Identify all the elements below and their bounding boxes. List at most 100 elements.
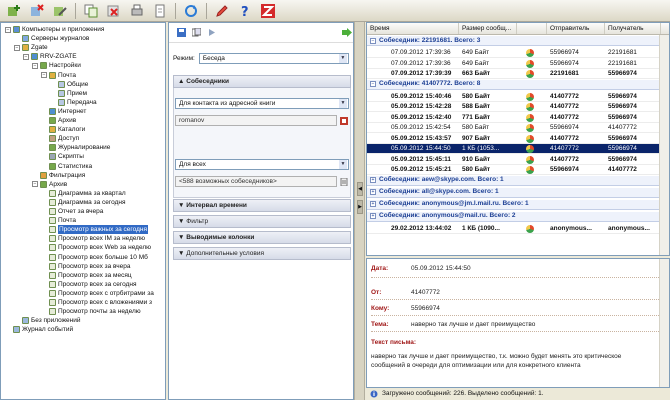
table-row[interactable]: 29.02.2012 13:44:02 1 КБ (1090... anonymou…	[367, 224, 669, 234]
group-row[interactable]: + Собеседник: anonymous@jm.l.mail.ru. Все…	[367, 199, 669, 210]
table-row[interactable]: 07.09.2012 17:39:36 649 Байт 55966974 22191…	[367, 48, 669, 58]
grid-scrollbar[interactable]	[659, 35, 669, 255]
tree-item[interactable]: Доступ	[41, 134, 79, 143]
properties-button[interactable]	[150, 2, 170, 20]
tree-item[interactable]: Просмотр всех за месяц	[41, 271, 132, 280]
tree-item[interactable]: Скрипты	[41, 152, 84, 161]
column-header[interactable]: Размер сообщ...	[459, 23, 517, 34]
messages-grid[interactable]: Время Размер сообщ... Отправитель Получател…	[366, 22, 670, 256]
expand-group-icon[interactable]: +	[370, 201, 376, 207]
detail-scrollbar[interactable]	[659, 259, 669, 387]
tree-item[interactable]: Просмотр важных за сегодня	[41, 225, 149, 235]
tree-item[interactable]: Просмотр всех больше 10 Мб	[41, 253, 148, 262]
expand-group-icon[interactable]: +	[370, 177, 376, 183]
table-row[interactable]: 05.09.2012 15:45:11 910 Байт 41407772 55966…	[367, 155, 669, 165]
table-row[interactable]: 05.09.2012 15:45:21 580 Байт 55966974 41407…	[367, 165, 669, 175]
section-extra[interactable]: ▼ Дополнительные условия	[173, 247, 351, 260]
tools-button[interactable]	[212, 2, 232, 20]
collapse-left-icon[interactable]: ◀	[357, 182, 363, 196]
copy-button[interactable]	[81, 2, 101, 20]
tree-item[interactable]: Просмотр всех с отрбитрами за	[41, 289, 154, 298]
refresh-button[interactable]	[181, 2, 201, 20]
tree-item[interactable]: Почта	[41, 216, 76, 225]
expand-group-icon[interactable]: +	[370, 213, 376, 219]
address-book-icon[interactable]	[340, 117, 348, 125]
print-button[interactable]	[127, 2, 147, 20]
table-row[interactable]: 05.09.2012 15:44:50 1 КБ (1053... 41407772…	[367, 144, 669, 154]
expand-toggle-icon[interactable]: −	[14, 44, 20, 51]
tree-item[interactable]: − RRV-ZGATE	[23, 52, 77, 61]
tree-item[interactable]: − Zgate	[14, 43, 48, 52]
zgate-button[interactable]	[258, 2, 278, 20]
collapse-group-icon[interactable]: −	[370, 37, 376, 44]
section-filter[interactable]: ▼ Фильтр	[173, 215, 351, 228]
expand-toggle-icon[interactable]: −	[32, 62, 38, 69]
tree-item[interactable]: Просмотр всех за вчера	[41, 262, 130, 271]
copy-filter-icon[interactable]	[192, 28, 201, 37]
scope-select[interactable]: Для всех	[175, 159, 349, 170]
tree-item[interactable]: Интернет	[41, 107, 86, 116]
table-row[interactable]: 05.09.2012 15:42:40 771 Байт 41407772 55966…	[367, 113, 669, 123]
navigation-tree[interactable]: − Компьютеры и приложения Серверы журналов…	[0, 22, 166, 400]
tree-item[interactable]: Просмотр всех с вложениями з	[41, 298, 152, 307]
tree-item[interactable]: Диаграмма за сегодня	[41, 198, 125, 207]
column-header[interactable]	[517, 23, 547, 34]
table-row[interactable]: 05.09.2012 15:40:46 580 Байт 41407772 55966…	[367, 92, 669, 102]
tree-item[interactable]: Отчет за вчера	[41, 207, 103, 216]
group-row[interactable]: + Собеседник: all@skype.com. Всего: 1	[367, 187, 669, 198]
save-icon[interactable]	[177, 28, 186, 37]
help-button[interactable]: ?	[235, 2, 255, 20]
table-row[interactable]: 05.09.2012 15:42:28 588 Байт 41407772 55966…	[367, 102, 669, 112]
tree-item[interactable]: Фильтрация	[32, 171, 85, 180]
group-row[interactable]: + Собеседник: anonymous@mail.ru. Всего: 2	[367, 211, 669, 222]
mode-select[interactable]: Беседа	[198, 53, 349, 64]
tree-item[interactable]: Каталоги	[41, 125, 85, 134]
group-row[interactable]: − Собеседник: 41407772. Всего: 8	[367, 79, 669, 90]
edit-button[interactable]	[50, 2, 70, 20]
tree-item[interactable]: Просмотр всех IM за неделю	[41, 234, 145, 243]
table-row[interactable]: 05.09.2012 15:43:57 907 Байт 41407772 55966…	[367, 134, 669, 144]
tree-item[interactable]: − Компьютеры и приложения	[5, 25, 104, 34]
tree-item[interactable]: Серверы журналов	[14, 34, 89, 43]
expand-toggle-icon[interactable]: −	[41, 72, 47, 78]
tree-item[interactable]: Просмотр всех за сегодня	[41, 280, 137, 289]
tree-item[interactable]: Передача	[50, 98, 97, 107]
section-time[interactable]: ▼ Интервал времени	[173, 199, 351, 212]
possible-partners-field[interactable]: <588 возможных собеседников>	[175, 176, 337, 187]
column-header[interactable]: Время	[367, 23, 459, 34]
table-row[interactable]: 07.09.2012 17:39:36 649 Байт 55966974 22191…	[367, 59, 669, 69]
collapse-group-icon[interactable]: −	[370, 81, 376, 87]
column-header[interactable]: Получатель	[605, 23, 661, 34]
run-filter-icon[interactable]	[342, 28, 352, 37]
contact-name-field[interactable]: romanov	[175, 115, 337, 126]
column-header[interactable]: Отправитель	[547, 23, 605, 34]
tree-item[interactable]: Статистика	[41, 162, 92, 171]
add-computer-button[interactable]	[4, 2, 24, 20]
expand-toggle-icon[interactable]: −	[23, 53, 29, 60]
table-row[interactable]: 05.09.2012 15:42:54 580 Байт 55966974 41407…	[367, 123, 669, 133]
section-partners[interactable]: ▲ Собеседники	[173, 75, 351, 88]
tree-item[interactable]: − Почта	[41, 71, 76, 80]
panel-splitter[interactable]: ◀ ▶	[354, 22, 365, 400]
tree-item[interactable]: Журналирование	[41, 143, 110, 152]
tree-item[interactable]: − Настройки	[32, 61, 81, 70]
table-row[interactable]: 07.09.2012 17:39:39 663 Байт 22191681 55966…	[367, 69, 669, 79]
tree-item[interactable]: Архив	[41, 116, 76, 125]
section-columns[interactable]: ▼ Выводимые колонки	[173, 231, 351, 244]
list-icon[interactable]	[340, 178, 348, 186]
remove-button[interactable]	[104, 2, 124, 20]
tree-item[interactable]: Диаграмма за квартал	[41, 189, 126, 198]
collapse-right-icon[interactable]: ▶	[357, 200, 363, 214]
tree-item[interactable]: Просмотр почты за неделю	[41, 307, 141, 316]
tree-item[interactable]: Общие	[50, 80, 88, 89]
group-row[interactable]: − Собеседник: 22191681. Всего: 3	[367, 36, 669, 46]
expand-group-icon[interactable]: +	[370, 189, 376, 195]
expand-toggle-icon[interactable]: −	[5, 26, 11, 33]
tree-item[interactable]: Просмотр всех Web за неделю	[41, 243, 151, 252]
tree-item[interactable]: Прием	[50, 89, 87, 98]
tree-item[interactable]: Журнал событий	[5, 325, 73, 334]
play-icon[interactable]	[207, 28, 216, 37]
expand-toggle-icon[interactable]: −	[32, 181, 38, 188]
contact-source-select[interactable]: Для контакта из адресной книги	[175, 98, 349, 109]
delete-computer-button[interactable]	[27, 2, 47, 20]
